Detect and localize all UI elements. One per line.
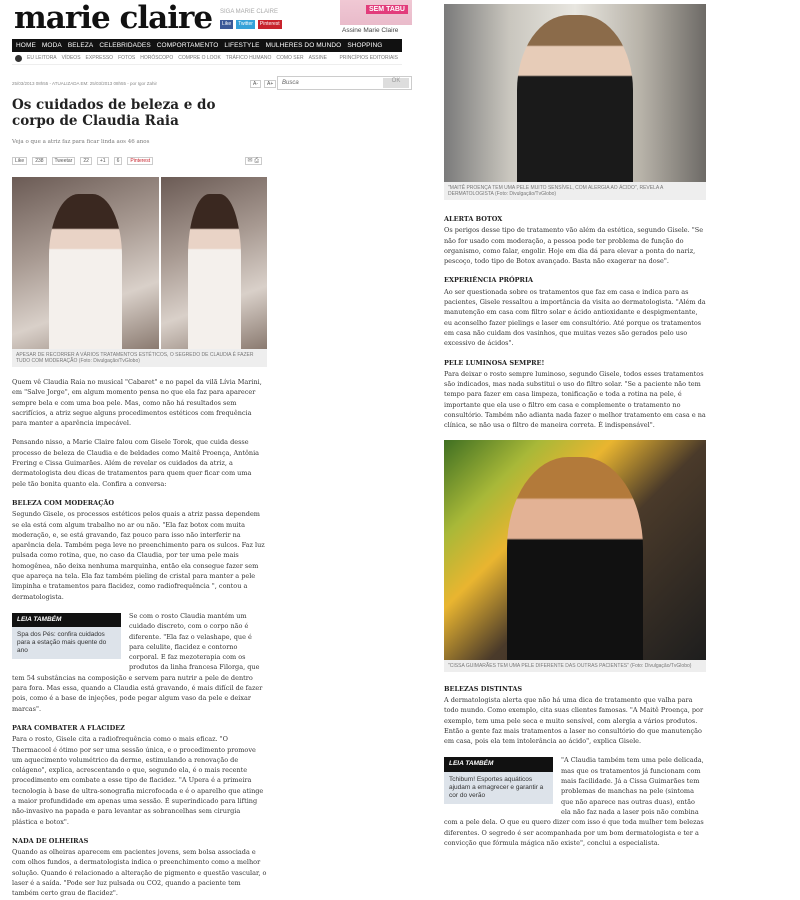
paragraph: Para deixar o rosto sempre luminoso, seg… [444,369,706,430]
paragraph: Segundo Gisele, os processos estéticos p… [12,510,265,601]
paragraph: Pensando nisso, a Marie Claire falou com… [12,438,260,488]
nav-item-comportamento[interactable]: COMPORTAMENTO [157,42,219,49]
hero-photo-left [12,177,159,349]
paragraph: Quem vê Claudia Raia no musical "Cabaret… [12,378,262,428]
nav-item-beleza[interactable]: BELEZA [68,42,94,49]
subnav-item[interactable]: HORÓSCOPO [140,55,173,61]
subnav-item[interactable]: VÍDEOS [62,55,81,61]
related-link[interactable]: Spa dos Pés: confira cuidados para a est… [12,627,121,660]
subnav-item[interactable]: FOTOS [118,55,135,61]
subnav-item[interactable]: COMO SER [276,55,303,61]
photo-caption: "MAITÊ PROENÇA TEM UMA PELE MUITO SENSÍV… [444,182,706,200]
article-title: Os cuidados de beleza e do corpo de Clau… [12,97,216,129]
hero-photo [12,177,267,349]
nav-item-celebridades[interactable]: CELEBRIDADES [99,42,150,49]
promo-tag: SEM TABU [365,5,408,14]
subnav-item[interactable]: EU LEITORA [27,55,57,61]
article-body-right-2: BELEZAS DISTINTAS A dermatologista alert… [444,684,706,848]
photo-cissa-guimaraes [444,439,706,660]
follow-label: SIGA MARIE CLAIRE [220,9,279,15]
print-email-icons[interactable]: ✉ ⎙ [244,157,262,165]
left-column: marie claire SIGA MARIE CLAIRE Like Twit… [12,0,412,900]
subnav-item[interactable]: COMPRE O LOOK [178,55,221,61]
share-bar: Like 238 Tweetar 22 +1 6 Pinterest ✉ ⎙ [12,157,402,165]
section-heading: PELE LUMINOSA SEMPRE! [444,358,545,367]
related-label: LEIA TAMBÉM [444,757,553,772]
section-heading: ALERTA BOTOX [444,215,503,223]
nav-item-shopping[interactable]: SHOPPING [347,42,382,49]
subnav-item[interactable]: EXPRESSO [86,55,114,61]
twitter-button[interactable]: Twitter [236,20,255,29]
font-decrease-button[interactable]: A- [250,80,261,88]
nav-item-lifestyle[interactable]: LIFESTYLE [224,42,259,49]
article-body-right: ALERTA BOTOX Os perigos desse tipo de tr… [444,214,706,431]
pinterest-button[interactable]: Pinterest [257,20,282,29]
photo-caption: "CISSA GUIMARÃES TEM UMA PELE DIFERENTE … [444,659,706,672]
font-size-controls: A- A+ [250,80,277,88]
like-count: 238 [32,157,47,165]
google-plus-button[interactable]: +1 [96,157,109,165]
search-input[interactable]: Busca [278,80,383,86]
hero-caption: APESAR DE RECORRER A VÁRIOS TRATAMENTOS … [12,349,267,367]
related-box[interactable]: LEIA TAMBÉM Spa dos Pés: confira cuidado… [12,612,121,660]
subnav-editorial-link[interactable]: PRINCÍPIOS EDITORIAIS [339,55,398,61]
section-heading: BELEZA COM MODERAÇÃO [12,498,115,507]
paragraph: Os perigos desse tipo de tratamento vão … [444,226,704,266]
paragraph: A dermatologista alerta que não há uma d… [444,695,704,746]
right-column: "MAITÊ PROENÇA TEM UMA PELE MUITO SENSÍV… [444,0,706,857]
font-increase-button[interactable]: A+ [264,80,277,88]
nav-item-mulheres-do-mundo[interactable]: MULHERES DO MUNDO [266,42,342,49]
pinterest-button[interactable]: Pinterest [127,157,154,165]
search-button[interactable]: OK [383,78,409,88]
paragraph: Ao ser questionada sobre os tratamentos … [444,287,706,348]
paragraph: Para o rosto, Gisele cita a radiofrequên… [12,735,264,826]
menu-icon[interactable] [15,54,22,62]
main-nav: HOME MODA BELEZA CELEBRIDADES COMPORTAME… [12,39,402,52]
article-body-left: Quem vê Claudia Raia no musical "Cabaret… [12,377,267,899]
facebook-like-button[interactable]: Like [12,157,28,165]
nav-item-home[interactable]: HOME [16,42,36,49]
section-heading: BELEZAS DISTINTAS [444,684,523,693]
tweet-count: 22 [80,157,92,165]
subscribe-link[interactable]: Assine Marie Claire [340,25,412,36]
hero-photo-right [161,177,267,349]
sub-nav: EU LEITORA VÍDEOS EXPRESSO FOTOS HORÓSCO… [12,52,402,65]
nav-item-moda[interactable]: MODA [42,42,62,49]
brand-header: marie claire SIGA MARIE CLAIRE Like Twit… [12,0,412,38]
section-heading: EXPERIÊNCIA PRÓPRIA [444,276,534,285]
article-subtitle: Veja o que a atriz faz para ficar linda … [12,139,150,145]
section-heading: PARA COMBATER A FLACIDEZ [12,723,125,732]
subnav-item[interactable]: ASSINE [309,55,327,61]
paragraph: Quando as olheiras aparecem em pacientes… [12,848,267,898]
promo-banner[interactable]: SEM TABU Assine Marie Claire [340,0,412,36]
search-box: Busca OK [277,76,412,90]
plus-count: 6 [113,157,123,165]
photo-maite-proenca [444,4,706,182]
section-heading: NADA DE OLHEIRAS [12,836,89,845]
related-label: LEIA TAMBÉM [12,612,121,628]
site-logo[interactable]: marie claire [14,0,213,36]
facebook-like-button[interactable]: Like [220,20,234,29]
tweet-button[interactable]: Tweetar [51,157,76,165]
related-box[interactable]: LEIA TAMBÉM Tchibum! Esportes aquáticos … [444,757,553,804]
social-buttons: Like Twitter Pinterest [220,20,282,29]
related-link[interactable]: Tchibum! Esportes aquáticos ajudam a ema… [444,771,553,804]
subnav-item[interactable]: TRÁFICO HUMANO [226,55,272,61]
